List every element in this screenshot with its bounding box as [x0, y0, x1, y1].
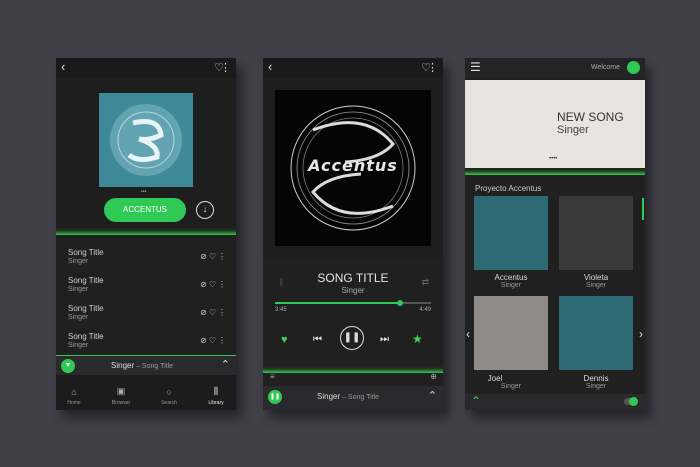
now-playing-artist: Singer — [111, 361, 135, 370]
tile-name: Accentus — [494, 273, 528, 282]
menu-icon[interactable]: ☰ — [470, 61, 481, 73]
back-icon[interactable]: ‹ — [61, 60, 65, 73]
next-icon[interactable]: ⏭ — [380, 334, 389, 346]
chevron-right-icon[interactable]: › — [639, 328, 643, 340]
song-title: SONG TITLE — [317, 271, 389, 285]
nav-search[interactable]: Search — [154, 400, 184, 406]
chevron-up-icon[interactable]: ⌃ — [471, 395, 481, 407]
song-artist: Singer — [68, 314, 89, 321]
tile-artist: Singer — [585, 383, 607, 390]
song-actions-icon[interactable]: ⊘♡⋮ — [200, 336, 228, 345]
bottom-nav: ⌂ Home ▣ Browser ○ Search ⫼ Library — [56, 375, 236, 410]
tile-name: Joel — [487, 374, 503, 383]
home-screen: ☰ Welcome NEW SONG Singer •••• Proyecto … — [465, 58, 645, 410]
song-artist: Singer — [68, 286, 89, 293]
separator: – — [134, 363, 142, 370]
song-artist: Singer — [68, 258, 89, 265]
toggle-knob — [629, 397, 638, 406]
progress-handle[interactable] — [396, 300, 403, 306]
back-icon[interactable]: ‹ — [268, 60, 272, 73]
more-icon[interactable]: ⋮ — [220, 62, 231, 74]
song-artist: Singer — [341, 286, 365, 295]
tile-name: Violeta — [583, 273, 609, 282]
cast-icon[interactable]: ⇄ — [421, 276, 429, 288]
separator: – — [340, 394, 348, 401]
carousel-dots: ••• — [141, 189, 147, 195]
download-icon[interactable]: ↓ — [196, 201, 214, 219]
album-tile[interactable] — [474, 196, 548, 270]
section-title: Proyecto Accentus — [475, 184, 542, 193]
banner-subtitle: Singer — [557, 124, 589, 136]
download-icon[interactable]: ⊕ — [430, 371, 437, 383]
tile-artist: Singer — [500, 282, 522, 289]
browse-icon[interactable]: ▣ — [106, 386, 136, 397]
bottom-bar: ⌃ — [465, 394, 645, 410]
album-name-button[interactable]: ACCENTUS — [104, 198, 186, 222]
now-playing-artist: Singer — [317, 392, 341, 401]
star-icon[interactable]: ★ — [412, 333, 423, 345]
album-cover — [99, 93, 193, 187]
scrollbar[interactable] — [642, 198, 644, 220]
accent-divider — [465, 168, 645, 175]
now-playing-text: Singer – Song Title — [111, 361, 173, 370]
accent-divider — [263, 366, 443, 373]
pause-icon[interactable]: ❚❚ — [268, 390, 282, 404]
tile-artist: Singer — [500, 383, 522, 390]
song-artist: Singer — [68, 342, 89, 349]
song-title[interactable]: Song Title — [68, 276, 104, 285]
nav-home[interactable]: Home — [59, 400, 89, 406]
chevron-up-icon[interactable]: ⌃ — [221, 359, 230, 371]
top-bar: ‹ ♡ ⋮ — [263, 58, 443, 78]
now-playing-text: Singer – Song Title — [317, 392, 379, 401]
accent-divider — [56, 228, 236, 235]
library-screen: ‹ ♡ ⋮ ••• ACCENTUS ↓ Song Title Singer ⊘… — [56, 58, 236, 410]
song-actions-icon[interactable]: ⊘♡⋮ — [200, 308, 228, 317]
banner-title: NEW SONG — [557, 110, 624, 124]
now-playing-song: Song Title — [347, 394, 380, 401]
now-playing-bar[interactable]: ▼ Singer – Song Title ⌃ — [56, 355, 236, 376]
progress-fill — [275, 302, 400, 304]
player-screen: ‹ ♡ ⋮ Accentus ᛒ SONG TITLE Singer ⇄ 3:4… — [263, 58, 443, 410]
more-icon[interactable]: ⋮ — [427, 62, 438, 74]
library-icon[interactable]: ⫼ — [201, 386, 231, 397]
queue-icon[interactable]: ≡ — [270, 371, 275, 383]
time-elapsed: 3:45 — [275, 307, 287, 313]
album-art-title: Accentus — [308, 156, 398, 175]
song-actions-icon[interactable]: ⊘♡⋮ — [200, 252, 228, 261]
song-title[interactable]: Song Title — [68, 304, 104, 313]
previous-icon[interactable]: ⏮ — [313, 334, 322, 346]
album-tile[interactable] — [474, 296, 548, 370]
song-title[interactable]: Song Title — [68, 248, 104, 257]
progress-track[interactable] — [275, 300, 431, 306]
album-tile[interactable] — [559, 296, 633, 370]
pause-button[interactable]: ❚❚ — [340, 326, 364, 350]
home-icon[interactable]: ⌂ — [59, 387, 89, 397]
welcome-text: Welcome — [590, 64, 620, 71]
nav-library[interactable]: Library — [201, 400, 231, 406]
toggle[interactable] — [624, 397, 638, 406]
new-song-banner[interactable]: NEW SONG Singer •••• — [465, 80, 645, 168]
carousel-dots: •••• — [549, 156, 558, 162]
heart-filled-icon[interactable]: ♥ — [281, 334, 288, 346]
album-tile[interactable] — [559, 196, 633, 270]
song-title[interactable]: Song Title — [68, 332, 104, 341]
top-bar: ‹ ♡ ⋮ — [56, 58, 236, 78]
chevron-up-icon[interactable]: ⌃ — [428, 390, 437, 402]
top-bar: ☰ Welcome — [465, 58, 645, 78]
nav-browser[interactable]: Browser — [106, 400, 136, 406]
tile-name: Dennis — [583, 374, 609, 383]
now-playing-bar[interactable]: ❚❚ Singer – Song Title ⌃ — [263, 386, 443, 410]
now-playing-song: Song Title — [141, 363, 174, 370]
search-icon[interactable]: ○ — [154, 387, 184, 397]
play-icon[interactable]: ▼ — [61, 359, 75, 373]
avatar[interactable] — [627, 61, 640, 74]
song-actions-icon[interactable]: ⊘♡⋮ — [200, 280, 228, 289]
tile-artist: Singer — [585, 282, 607, 289]
time-total: 4:49 — [419, 307, 431, 313]
chevron-left-icon[interactable]: ‹ — [466, 328, 470, 340]
